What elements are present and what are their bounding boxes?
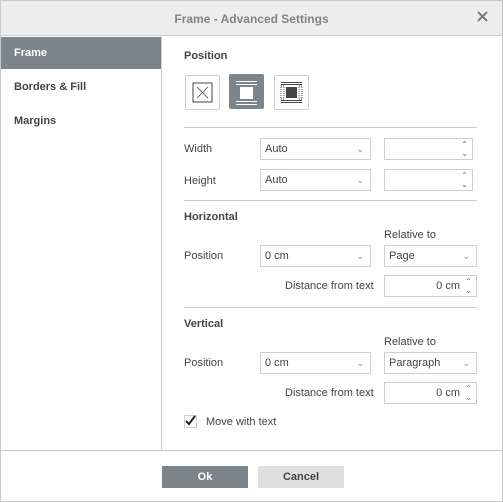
move-with-text-checkbox[interactable] bbox=[184, 415, 197, 428]
chevron-up-icon[interactable]: ⌃ bbox=[461, 172, 468, 180]
chevron-down-icon[interactable]: ⌄ bbox=[461, 150, 468, 158]
vertical-position-value: 0 cm bbox=[265, 357, 289, 369]
chevron-down-icon: ⌄ bbox=[356, 144, 364, 154]
vertical-distance-spinner[interactable]: 0 cm ⌃ ⌄ bbox=[384, 382, 477, 404]
height-select[interactable]: Auto ⌄ bbox=[260, 169, 371, 191]
vertical-relative-value: Paragraph bbox=[389, 357, 441, 369]
width-select[interactable]: Auto ⌄ bbox=[260, 138, 371, 160]
checkmark-icon bbox=[185, 415, 196, 426]
chevron-down-icon[interactable]: ⌄ bbox=[465, 287, 472, 295]
close-button[interactable] bbox=[475, 9, 491, 25]
wrap-none-button[interactable] bbox=[185, 75, 220, 110]
vertical-header: Vertical bbox=[184, 318, 224, 330]
vertical-distance-label: Distance from text bbox=[285, 387, 374, 399]
horizontal-distance-spinner[interactable]: 0 cm ⌃ ⌄ bbox=[384, 275, 477, 297]
frame-inline-icon bbox=[236, 81, 257, 105]
title-bar[interactable]: Frame - Advanced Settings bbox=[1, 1, 502, 36]
horizontal-position-value: 0 cm bbox=[265, 250, 289, 262]
horizontal-position-select[interactable]: 0 cm ⌄ bbox=[260, 245, 371, 267]
chevron-down-icon: ⌄ bbox=[356, 175, 364, 185]
sidebar: Frame Borders & Fill Margins bbox=[1, 37, 162, 450]
horizontal-position-label: Position bbox=[184, 250, 224, 262]
separator bbox=[184, 307, 477, 308]
height-spinner[interactable]: ⌃ ⌄ bbox=[384, 169, 473, 191]
height-label: Height bbox=[184, 175, 216, 187]
separator bbox=[184, 127, 477, 128]
chevron-down-icon: ⌄ bbox=[462, 251, 470, 261]
chevron-down-icon[interactable]: ⌄ bbox=[465, 394, 472, 402]
chevron-up-icon[interactable]: ⌃ bbox=[465, 278, 472, 286]
sidebar-item-margins[interactable]: Margins bbox=[1, 105, 161, 137]
wrap-inline-button[interactable] bbox=[229, 74, 264, 109]
horizontal-distance-label: Distance from text bbox=[285, 280, 374, 292]
dialog-title: Frame - Advanced Settings bbox=[174, 12, 329, 26]
vertical-relative-label: Relative to bbox=[384, 336, 436, 348]
vertical-position-select[interactable]: 0 cm ⌄ bbox=[260, 352, 371, 374]
horizontal-distance-value: 0 cm bbox=[436, 280, 460, 292]
sidebar-item-borders-fill[interactable]: Borders & Fill bbox=[1, 71, 161, 103]
settings-content: Position Width Auto ⌄ ⌃ ⌄ Height Auto ⌄ … bbox=[163, 37, 502, 450]
close-icon bbox=[477, 11, 488, 22]
width-label: Width bbox=[184, 143, 213, 155]
vertical-relative-select[interactable]: Paragraph ⌄ bbox=[384, 352, 477, 374]
sidebar-item-frame[interactable]: Frame bbox=[1, 37, 161, 69]
chevron-down-icon: ⌄ bbox=[462, 358, 470, 368]
dialog-footer: Ok Cancel bbox=[1, 450, 502, 501]
width-spinner[interactable]: ⌃ ⌄ bbox=[384, 138, 473, 160]
cancel-button[interactable]: Cancel bbox=[258, 466, 344, 488]
chevron-up-icon[interactable]: ⌃ bbox=[461, 141, 468, 149]
chevron-down-icon: ⌄ bbox=[356, 251, 364, 261]
chevron-up-icon[interactable]: ⌃ bbox=[465, 385, 472, 393]
advanced-settings-dialog: Frame - Advanced Settings Frame Borders … bbox=[0, 0, 503, 502]
horizontal-header: Horizontal bbox=[184, 211, 238, 223]
height-select-value: Auto bbox=[265, 174, 288, 186]
vertical-position-label: Position bbox=[184, 357, 224, 369]
width-select-value: Auto bbox=[265, 143, 288, 155]
chevron-down-icon[interactable]: ⌄ bbox=[461, 181, 468, 189]
wrap-flow-button[interactable] bbox=[274, 75, 309, 110]
horizontal-relative-value: Page bbox=[389, 250, 415, 262]
chevron-down-icon: ⌄ bbox=[356, 358, 364, 368]
separator bbox=[184, 200, 477, 201]
vertical-distance-value: 0 cm bbox=[436, 387, 460, 399]
horizontal-relative-select[interactable]: Page ⌄ bbox=[384, 245, 477, 267]
frame-flow-icon bbox=[280, 82, 303, 103]
ok-button[interactable]: Ok bbox=[162, 466, 248, 488]
position-header: Position bbox=[184, 50, 228, 62]
horizontal-relative-label: Relative to bbox=[384, 229, 436, 241]
frame-none-icon bbox=[192, 82, 213, 103]
move-with-text-label[interactable]: Move with text bbox=[206, 416, 276, 428]
